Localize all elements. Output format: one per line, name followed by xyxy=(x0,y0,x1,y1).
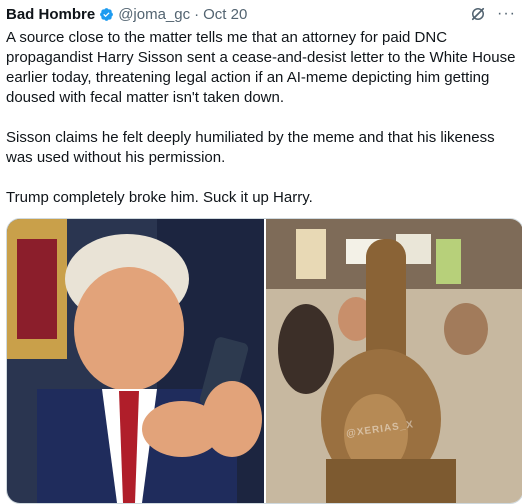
grok-icon[interactable] xyxy=(469,5,487,23)
photo-protest-meme[interactable]: @XERIAS_X xyxy=(266,219,522,503)
tweet-paragraph: Trump completely broke him. Suck it up H… xyxy=(6,189,313,206)
author-name[interactable]: Bad Hombre xyxy=(6,6,95,23)
tweet-media: @XERIAS_X xyxy=(6,218,522,504)
tweet-paragraph: A source close to the matter tells me th… xyxy=(6,29,520,106)
author-handle[interactable]: @joma_gc xyxy=(118,6,190,23)
header-actions: ··· xyxy=(469,5,516,23)
photo-trump-phone[interactable] xyxy=(7,219,264,503)
tweet-header: Bad Hombre @joma_gc · Oct 20 ··· xyxy=(6,4,516,24)
separator-dot: · xyxy=(194,5,200,23)
tweet-date[interactable]: Oct 20 xyxy=(203,6,247,23)
tweet-text: A source close to the matter tells me th… xyxy=(6,28,516,228)
tweet-paragraph: Sisson claims he felt deeply humiliated … xyxy=(6,129,499,166)
verified-badge-icon xyxy=(99,7,114,22)
more-options-icon[interactable]: ··· xyxy=(497,6,516,22)
tweet-card[interactable]: Bad Hombre @joma_gc · Oct 20 ··· A sourc… xyxy=(0,0,522,504)
